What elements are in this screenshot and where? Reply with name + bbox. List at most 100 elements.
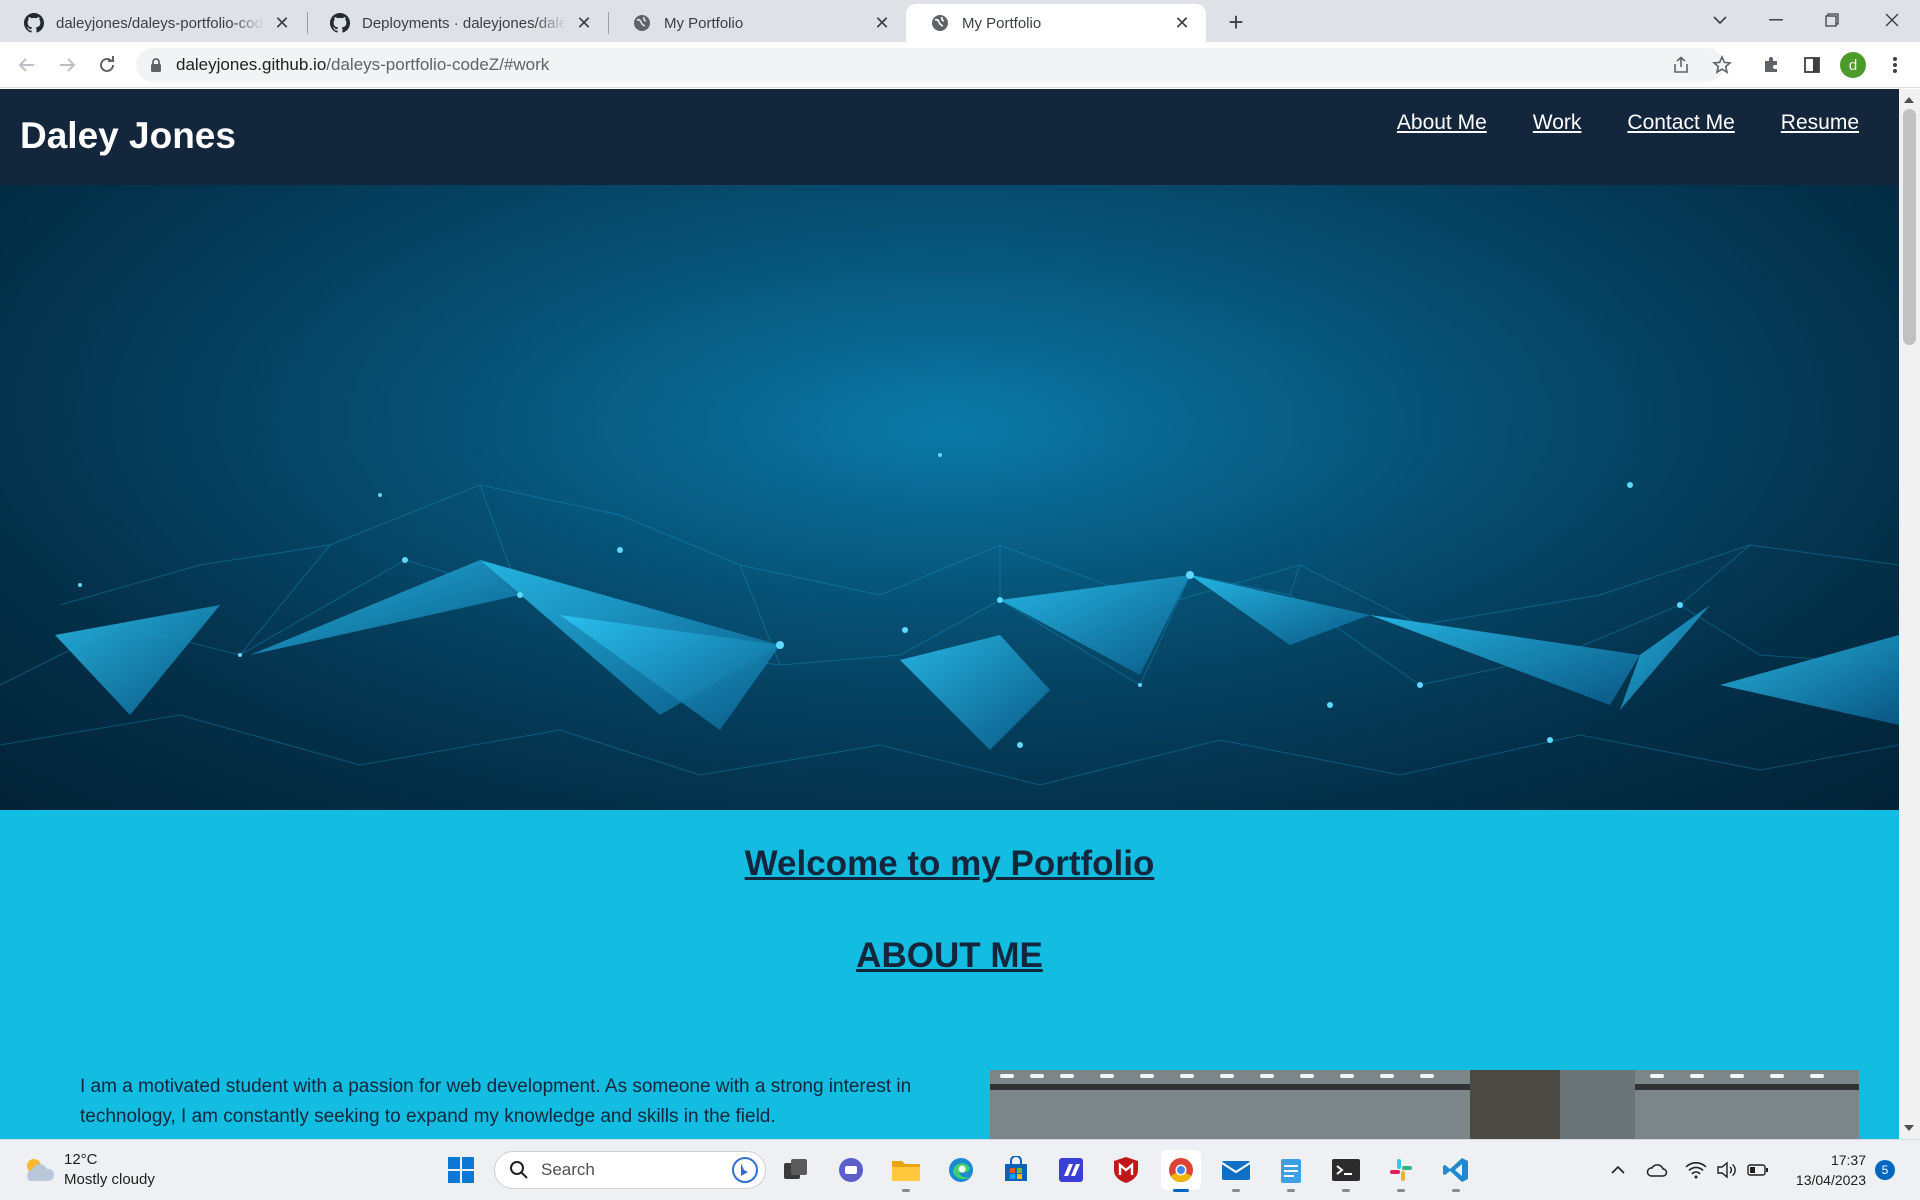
weather-widget[interactable]: 12°C Mostly cloudy	[22, 1150, 155, 1190]
chevron-down-icon	[1713, 16, 1727, 25]
notepad-app[interactable]	[1271, 1150, 1311, 1192]
url-host: daleyjones.github.io	[176, 55, 327, 74]
reload-icon	[100, 56, 114, 72]
microsoft-store-app[interactable]	[996, 1150, 1036, 1190]
about-photo	[990, 1070, 1859, 1139]
volume-tray[interactable]	[1715, 1158, 1739, 1182]
chevron-up-icon	[1611, 1165, 1625, 1174]
close-icon[interactable]: ✕	[1172, 13, 1192, 33]
battery-icon	[1747, 1164, 1768, 1176]
close-icon	[1885, 13, 1899, 27]
scroll-up-arrow-icon[interactable]	[1904, 97, 1914, 103]
windows-logo-icon	[448, 1157, 474, 1183]
menu-button[interactable]	[1880, 50, 1910, 80]
tab-github-repo[interactable]: daleyjones/daleys-portfolio-codeZ ✕	[0, 4, 306, 42]
nav-contact-me[interactable]: Contact Me	[1627, 111, 1734, 135]
task-view-app[interactable]	[776, 1150, 816, 1190]
nav-resume[interactable]: Resume	[1781, 111, 1859, 135]
network-background-image	[0, 185, 1899, 810]
shield-icon	[1114, 1157, 1138, 1183]
reload-button[interactable]	[92, 50, 122, 80]
wifi-tray[interactable]	[1684, 1158, 1708, 1182]
edge-app[interactable]	[941, 1150, 981, 1190]
hero-banner	[0, 185, 1899, 810]
terminal-app[interactable]	[1326, 1150, 1366, 1192]
file-explorer-app[interactable]	[886, 1150, 926, 1192]
close-icon[interactable]: ✕	[272, 13, 292, 33]
site-header: Daley Jones About Me Work Contact Me Res…	[0, 89, 1899, 185]
close-icon[interactable]: ✕	[872, 13, 892, 33]
power-automate-app[interactable]	[1051, 1150, 1091, 1190]
side-panel-icon	[1804, 57, 1820, 73]
slack-app[interactable]	[1381, 1150, 1421, 1192]
tab-title: daleyjones/daleys-portfolio-codeZ	[56, 14, 264, 32]
cloud-icon	[1646, 1164, 1668, 1177]
about-title-text: ABOUT ME	[856, 936, 1043, 975]
site-nav: About Me Work Contact Me Resume	[1397, 111, 1859, 135]
taskbar-clock[interactable]: 17:37 13/04/2023	[1786, 1150, 1866, 1190]
chat-icon	[839, 1158, 863, 1182]
scroll-down-arrow-icon[interactable]	[1904, 1125, 1914, 1131]
scroll-thumb[interactable]	[1903, 109, 1916, 345]
clock-date: 13/04/2023	[1795, 1172, 1866, 1188]
globe-icon	[632, 13, 652, 33]
speaker-icon	[1717, 1161, 1736, 1179]
taskbar-search[interactable]: Search	[494, 1151, 766, 1189]
bookmark-button[interactable]	[1707, 50, 1737, 80]
back-button[interactable]	[12, 50, 42, 80]
nav-work[interactable]: Work	[1533, 111, 1582, 135]
battery-tray[interactable]	[1746, 1158, 1770, 1182]
side-panel-button[interactable]	[1797, 50, 1827, 80]
notification-badge[interactable]: 5	[1875, 1160, 1895, 1180]
nav-about-me[interactable]: About Me	[1397, 111, 1487, 135]
forward-button[interactable]	[52, 50, 82, 80]
tab-strip: daleyjones/daleys-portfolio-codeZ ✕ Depl…	[0, 0, 1920, 42]
close-window-button[interactable]	[1864, 0, 1920, 40]
weather-temperature: 12°C	[64, 1151, 98, 1168]
store-icon	[1005, 1156, 1027, 1181]
mcafee-app[interactable]	[1106, 1150, 1146, 1190]
star-icon	[1712, 55, 1732, 74]
restore-icon	[1825, 13, 1839, 27]
taskbar: 12°C Mostly cloudy Search 17:37 13/04/20…	[0, 1139, 1920, 1200]
tab-my-portfolio[interactable]: My Portfolio ✕	[608, 4, 906, 42]
minimize-button[interactable]	[1748, 0, 1804, 40]
extensions-button[interactable]	[1756, 50, 1786, 80]
teams-chat-app[interactable]	[831, 1150, 871, 1190]
tab-deployments[interactable]: Deployments · daleyjones/daleys-portfoli…	[306, 4, 608, 42]
globe-icon	[930, 13, 950, 33]
more-vertical-icon	[1893, 57, 1897, 73]
share-button[interactable]	[1666, 50, 1696, 80]
chrome-app[interactable]	[1161, 1150, 1201, 1192]
show-hidden-icons-button[interactable]	[1606, 1158, 1630, 1182]
close-icon[interactable]: ✕	[574, 13, 594, 33]
puzzle-icon	[1765, 57, 1777, 72]
page-viewport: Daley Jones About Me Work Contact Me Res…	[0, 89, 1899, 1139]
about-paragraph: I am a motivated student with a passion …	[80, 1076, 912, 1127]
terminal-icon	[1332, 1159, 1360, 1181]
tab-search-button[interactable]	[1692, 0, 1748, 40]
partly-cloudy-icon	[27, 1159, 55, 1181]
tab-title: My Portfolio	[664, 14, 744, 32]
vscode-app[interactable]	[1436, 1150, 1476, 1192]
address-bar[interactable]: daleyjones.github.io/daleys-portfolio-co…	[136, 48, 1724, 82]
mail-icon	[1221, 1161, 1251, 1180]
tab-title: Deployments · daleyjones/daleys-portfoli…	[362, 14, 566, 32]
mail-app[interactable]	[1216, 1150, 1256, 1192]
site-name: Daley Jones	[20, 115, 236, 156]
page-scrollbar[interactable]	[1899, 89, 1920, 1139]
wifi-icon	[1685, 1162, 1707, 1179]
share-icon	[1674, 56, 1688, 73]
folder-icon	[892, 1161, 920, 1181]
restore-button[interactable]	[1804, 0, 1860, 40]
profile-avatar[interactable]: d	[1840, 52, 1866, 78]
url-text: daleyjones.github.io/daleys-portfolio-co…	[176, 55, 549, 75]
onedrive-tray[interactable]	[1645, 1158, 1669, 1182]
about-section: Welcome to my Portfolio ABOUT ME I am a …	[0, 810, 1899, 1139]
task-view-icon	[784, 1159, 807, 1179]
tab-title: My Portfolio	[962, 14, 1042, 32]
start-button[interactable]	[441, 1150, 481, 1190]
search-placeholder: Search	[541, 1160, 595, 1179]
tab-my-portfolio-active[interactable]: My Portfolio ✕	[906, 4, 1206, 42]
new-tab-button[interactable]: +	[1222, 7, 1250, 37]
